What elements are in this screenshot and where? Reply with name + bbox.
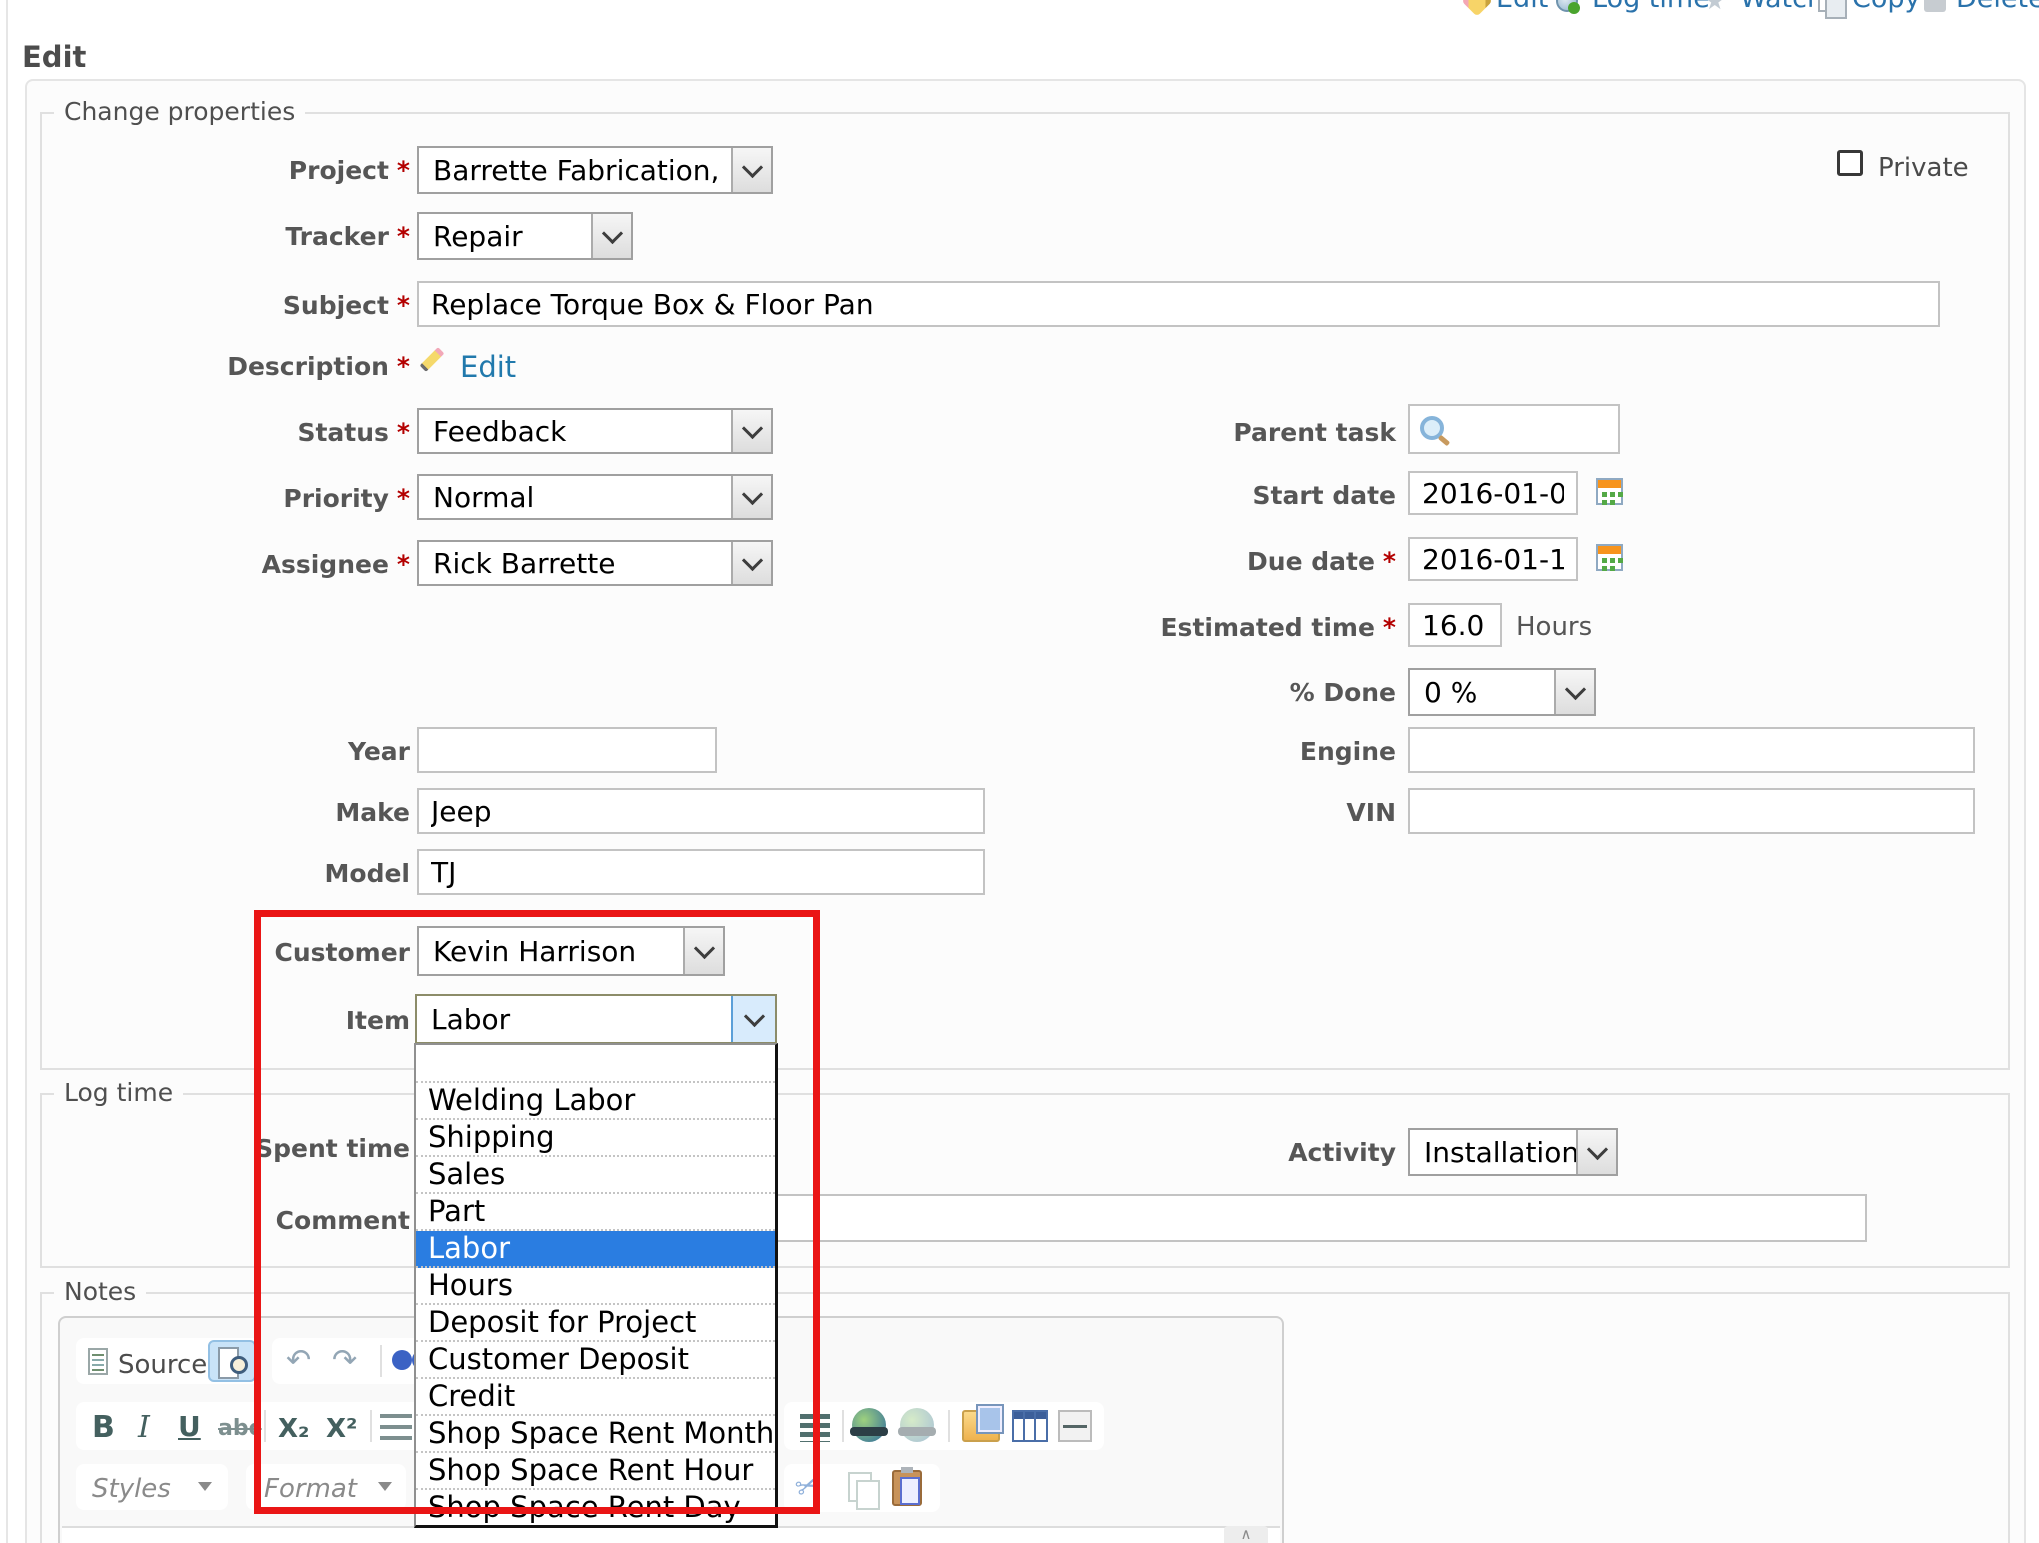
chevron-down-icon[interactable] (591, 214, 631, 258)
italic-button[interactable]: I (138, 1410, 150, 1445)
log-time-clock-icon (1556, 0, 1578, 12)
copy-icon (1818, 0, 1840, 12)
chevron-down-icon[interactable] (731, 148, 771, 192)
estimated-time-label: Estimated time* (1020, 613, 1396, 642)
status-select[interactable]: Feedback (417, 408, 773, 454)
page-title: Edit (22, 40, 86, 74)
change-properties-legend: Change properties (54, 97, 305, 126)
log-time-legend: Log time (54, 1078, 183, 1107)
due-date-input[interactable] (1408, 537, 1578, 581)
chevron-down-icon[interactable] (1554, 670, 1594, 714)
content-left-border (6, 0, 8, 1543)
description-label: Description* (40, 352, 410, 381)
styles-dropdown-label: Styles (92, 1474, 171, 1504)
notes-legend: Notes (54, 1277, 146, 1306)
assignee-label: Assignee* (40, 550, 410, 579)
image-icon[interactable] (962, 1410, 1000, 1442)
chevron-down-icon[interactable] (731, 476, 771, 518)
vin-label: VIN (1020, 798, 1396, 827)
annotation-red-rectangle (254, 910, 820, 1514)
parent-task-label: Parent task (1020, 418, 1396, 447)
context-link-watch[interactable]: Watch (1740, 0, 1824, 14)
context-link-delete[interactable]: Delete (1956, 0, 2039, 14)
hours-suffix: Hours (1516, 612, 1592, 642)
engine-input[interactable] (1408, 727, 1975, 773)
insert-group (784, 1402, 1104, 1450)
status-label: Status* (40, 418, 410, 447)
project-label: Project* (40, 156, 410, 185)
watch-star-icon: ★ (1704, 0, 1726, 12)
description-edit-link[interactable]: Edit (460, 350, 516, 384)
private-checkbox[interactable] (1837, 150, 1863, 176)
estimated-time-input[interactable] (1408, 603, 1502, 647)
copy-document-icon[interactable] (848, 1472, 872, 1502)
source-document-icon (88, 1348, 108, 1375)
context-link-edit[interactable]: Edit (1496, 0, 1548, 14)
priority-label: Priority* (40, 484, 410, 513)
issue-edit-page: Edit Log time ★ Watch Copy Delete Edit C… (0, 0, 2039, 1543)
preview-template-button[interactable] (208, 1340, 256, 1382)
vin-input[interactable] (1408, 788, 1975, 834)
engine-label: Engine (1020, 737, 1396, 766)
model-label: Model (40, 859, 410, 888)
percent-done-label: % Done (1020, 678, 1396, 707)
calendar-icon[interactable] (1596, 544, 1623, 571)
chevron-down-icon[interactable] (1576, 1130, 1616, 1174)
calendar-icon[interactable] (1596, 478, 1623, 505)
trash-icon (1924, 0, 1946, 12)
context-link-copy[interactable]: Copy (1852, 0, 1921, 14)
tracker-select[interactable]: Repair (417, 212, 633, 260)
project-select[interactable]: Barrette Fabrication, LLC (417, 146, 773, 194)
activity-select[interactable]: Installation (1408, 1128, 1618, 1176)
subject-label: Subject* (40, 291, 410, 320)
start-date-label: Start date (1020, 481, 1396, 510)
chevron-down-icon[interactable] (731, 542, 771, 584)
subject-input[interactable] (417, 281, 1940, 327)
year-input[interactable] (417, 727, 717, 773)
assignee-select[interactable]: Rick Barrette (417, 540, 773, 586)
private-label: Private (1878, 153, 1969, 183)
link-icon[interactable] (852, 1408, 886, 1442)
priority-select[interactable]: Normal (417, 474, 773, 520)
chevron-down-icon (198, 1482, 212, 1491)
bold-button[interactable]: B (92, 1410, 115, 1445)
context-link-log-time[interactable]: Log time (1592, 0, 1710, 14)
make-label: Make (40, 798, 410, 827)
pencil-icon (418, 344, 448, 374)
underline-button[interactable]: U (178, 1410, 201, 1443)
table-icon[interactable] (1012, 1410, 1048, 1442)
source-button[interactable]: Source (118, 1350, 207, 1380)
chevron-down-icon[interactable] (731, 410, 771, 452)
editor-content-area[interactable] (62, 1526, 1280, 1543)
edit-pencil-icon (1461, 0, 1492, 17)
percent-done-select[interactable]: 0 % (1408, 668, 1596, 716)
paste-clipboard-icon[interactable] (892, 1470, 922, 1506)
year-label: Year (40, 737, 410, 766)
model-input[interactable] (417, 849, 985, 895)
start-date-input[interactable] (1408, 471, 1578, 515)
unlink-icon[interactable] (900, 1408, 934, 1442)
activity-label: Activity (1020, 1138, 1396, 1167)
due-date-label: Due date* (1020, 547, 1396, 576)
toolbar-collapse-button[interactable]: ∧ (1224, 1526, 1268, 1543)
search-icon (1420, 416, 1444, 440)
horizontal-rule-icon[interactable] (1058, 1410, 1092, 1442)
tracker-label: Tracker* (40, 222, 410, 251)
make-input[interactable] (417, 788, 985, 834)
